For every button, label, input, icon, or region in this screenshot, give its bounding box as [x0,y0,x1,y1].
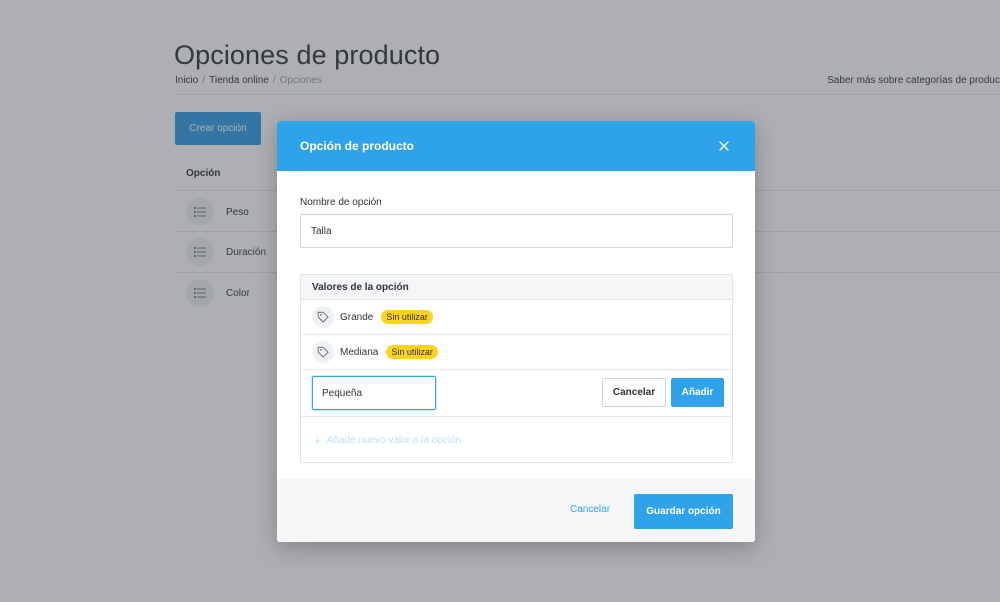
cancel-value-button[interactable]: Cancelar [602,378,666,407]
add-new-value-label: Añade nuevo valor a la opción [326,434,462,446]
add-value-button[interactable]: Añadir [671,378,724,407]
option-name-input[interactable] [300,214,733,248]
value-label: Grande [340,311,374,323]
dialog-header: Opción de producto [277,121,755,171]
option-values-panel: Valores de la opción Grande Sin utilizar… [300,274,733,463]
new-value-row: Cancelar Añadir [301,370,732,417]
unused-badge: Sin utilizar [381,310,433,324]
new-value-input[interactable] [312,376,436,410]
cancel-button[interactable]: Cancelar [570,504,610,515]
close-icon[interactable] [716,138,732,154]
option-name-label: Nombre de opción [300,197,382,208]
plus-icon: + [314,432,322,448]
tag-icon [312,341,334,363]
dialog-body: Nombre de opción Valores de la opción Gr… [277,171,755,479]
value-row-grande[interactable]: Grande Sin utilizar [301,300,732,335]
option-values-header: Valores de la opción [301,275,732,300]
dialog-title: Opción de producto [300,139,414,153]
unused-badge: Sin utilizar [386,345,438,359]
save-option-button[interactable]: Guardar opción [634,494,733,529]
product-option-dialog: Opción de producto Nombre de opción Valo… [277,121,755,542]
tag-icon [312,306,334,328]
add-new-value-link[interactable]: + Añade nuevo valor a la opción [301,417,732,462]
value-label: Mediana [340,346,379,358]
value-row-mediana[interactable]: Mediana Sin utilizar [301,335,732,370]
